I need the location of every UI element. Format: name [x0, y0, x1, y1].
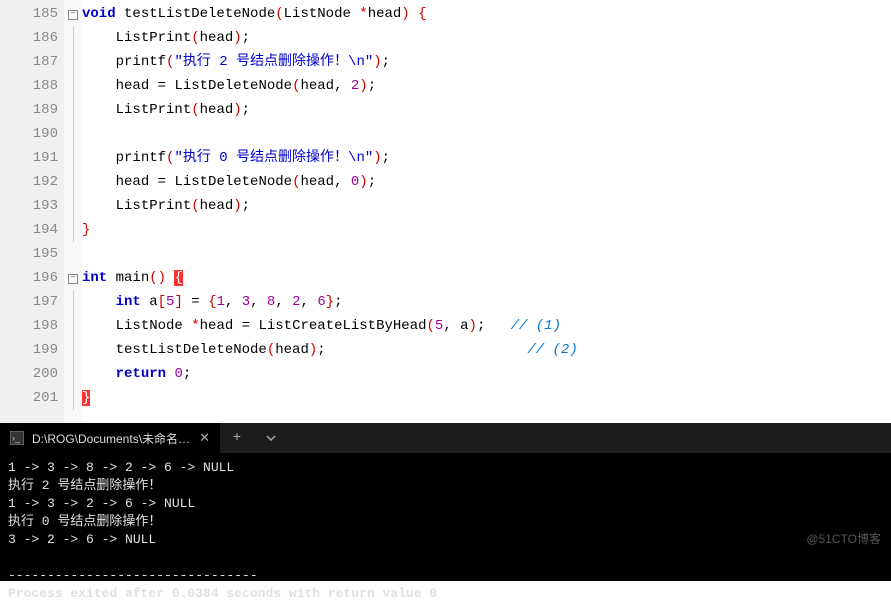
fold-marker [64, 242, 82, 266]
code-line[interactable] [82, 242, 891, 266]
code-line[interactable]: ListPrint(head); [82, 194, 891, 218]
fold-marker [64, 26, 82, 50]
code-line[interactable]: int main() { [82, 266, 891, 290]
line-number: 199 [14, 338, 64, 362]
line-number: 198 [14, 314, 64, 338]
code-line[interactable] [82, 122, 891, 146]
line-number: 200 [14, 362, 64, 386]
code-editor[interactable]: 1851861871881891901911921931941951961971… [0, 0, 891, 424]
fold-marker [64, 170, 82, 194]
fold-column[interactable]: −− [64, 0, 82, 424]
terminal-line: Process exited after 0.0384 seconds with… [8, 585, 883, 603]
tab-dropdown-icon[interactable] [254, 423, 288, 453]
terminal-panel: ›_ D:\ROG\Documents\未命名1.e ✕ + 1 -> 3 ->… [0, 423, 891, 581]
code-line[interactable]: printf("执行 2 号结点删除操作！\n"); [82, 50, 891, 74]
code-line[interactable]: return 0; [82, 362, 891, 386]
line-number: 194 [14, 218, 64, 242]
code-line[interactable]: head = ListDeleteNode(head, 2); [82, 74, 891, 98]
line-number: 188 [14, 74, 64, 98]
line-number-gutter: 1851861871881891901911921931941951961971… [14, 0, 64, 424]
code-line[interactable]: printf("执行 0 号结点删除操作！\n"); [82, 146, 891, 170]
line-number: 190 [14, 122, 64, 146]
svg-text:›_: ›_ [12, 433, 21, 443]
terminal-line: 1 -> 3 -> 2 -> 6 -> NULL [8, 495, 883, 513]
fold-marker [64, 314, 82, 338]
fold-marker [64, 338, 82, 362]
fold-marker [64, 146, 82, 170]
fold-marker[interactable]: − [64, 2, 82, 26]
line-number: 186 [14, 26, 64, 50]
code-line[interactable]: int a[5] = {1, 3, 8, 2, 6}; [82, 290, 891, 314]
terminal-line: 1 -> 3 -> 8 -> 2 -> 6 -> NULL [8, 459, 883, 477]
terminal-line [8, 549, 883, 567]
terminal-output[interactable]: 1 -> 3 -> 8 -> 2 -> 6 -> NULL执行 2 号结点删除操… [0, 453, 891, 609]
code-line[interactable]: testListDeleteNode(head); // (2) [82, 338, 891, 362]
code-line[interactable]: head = ListDeleteNode(head, 0); [82, 170, 891, 194]
line-number: 192 [14, 170, 64, 194]
fold-collapse-icon[interactable]: − [68, 274, 78, 284]
terminal-tab-title: D:\ROG\Documents\未命名1.e [32, 430, 191, 447]
line-number: 189 [14, 98, 64, 122]
code-line[interactable]: } [82, 386, 891, 410]
fold-marker [64, 194, 82, 218]
line-number: 195 [14, 242, 64, 266]
line-number: 197 [14, 290, 64, 314]
fold-marker [64, 362, 82, 386]
code-line[interactable]: ListNode *head = ListCreateListByHead(5,… [82, 314, 891, 338]
fold-marker [64, 218, 82, 242]
code-line[interactable]: ListPrint(head); [82, 98, 891, 122]
fold-marker [64, 98, 82, 122]
fold-marker [64, 122, 82, 146]
line-number: 191 [14, 146, 64, 170]
fold-marker [64, 74, 82, 98]
fold-marker [64, 386, 82, 410]
code-line[interactable]: void testListDeleteNode(ListNode *head) … [82, 2, 891, 26]
fold-marker [64, 290, 82, 314]
terminal-tab[interactable]: ›_ D:\ROG\Documents\未命名1.e ✕ [0, 423, 220, 453]
terminal-tab-bar: ›_ D:\ROG\Documents\未命名1.e ✕ + [0, 423, 891, 453]
terminal-line: 执行 0 号结点删除操作！ [8, 513, 883, 531]
line-number: 201 [14, 386, 64, 410]
cmd-icon: ›_ [10, 431, 24, 445]
terminal-line: 3 -> 2 -> 6 -> NULL [8, 531, 883, 549]
line-number: 196 [14, 266, 64, 290]
fold-marker [64, 50, 82, 74]
terminal-line: -------------------------------- [8, 567, 883, 585]
fold-collapse-icon[interactable]: − [68, 10, 78, 20]
fold-marker[interactable]: − [64, 266, 82, 290]
code-content[interactable]: void testListDeleteNode(ListNode *head) … [82, 0, 891, 424]
close-icon[interactable]: ✕ [199, 430, 210, 446]
watermark: @51CTO博客 [806, 530, 881, 547]
terminal-line: 执行 2 号结点删除操作！ [8, 477, 883, 495]
new-tab-button[interactable]: + [220, 423, 254, 453]
editor-left-margin [0, 0, 14, 424]
code-line[interactable]: } [82, 218, 891, 242]
line-number: 193 [14, 194, 64, 218]
line-number: 185 [14, 2, 64, 26]
code-line[interactable]: ListPrint(head); [82, 26, 891, 50]
line-number: 187 [14, 50, 64, 74]
